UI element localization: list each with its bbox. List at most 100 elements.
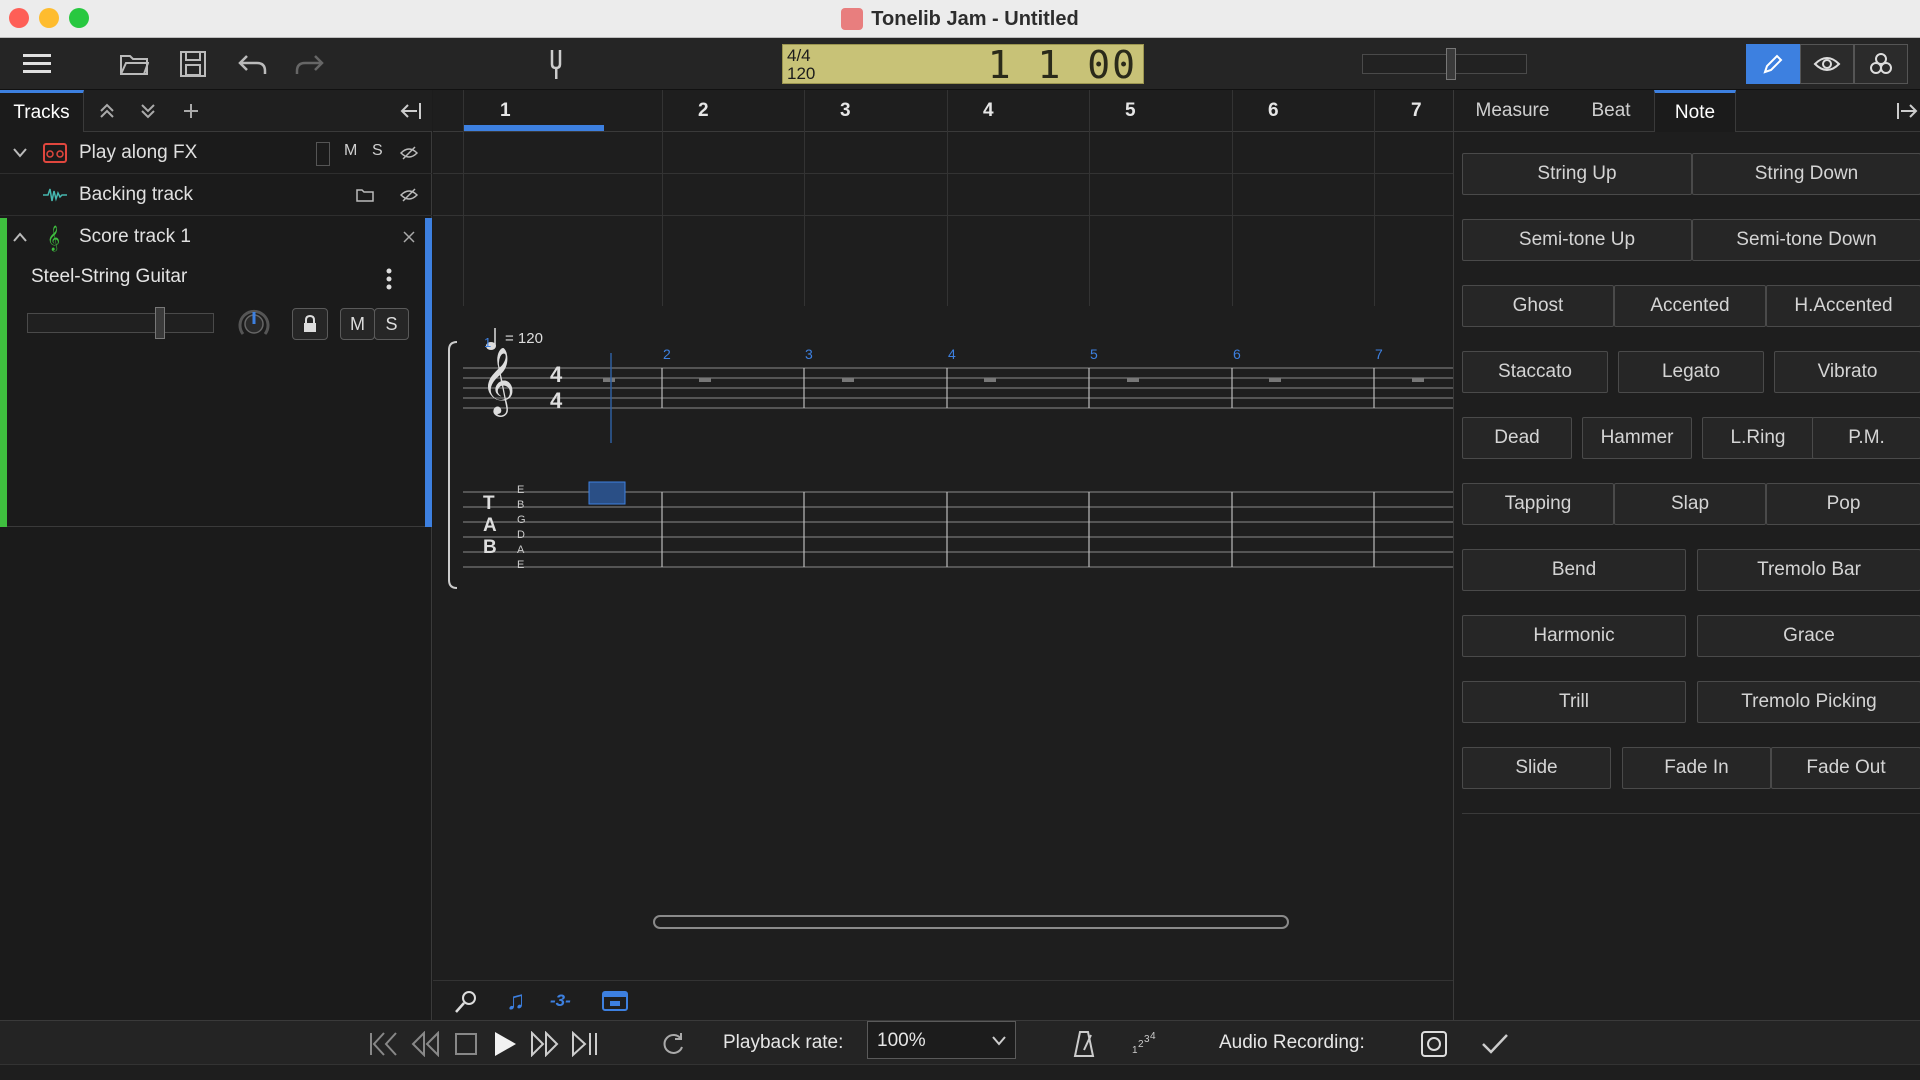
lcd-tempo: 120 xyxy=(787,64,816,83)
lcd-position: 1 1 00 xyxy=(987,43,1137,87)
tremolo-picking-button[interactable]: Tremolo Picking xyxy=(1697,681,1920,723)
semitone-down-button[interactable]: Semi-tone Down xyxy=(1692,219,1920,261)
open-button[interactable] xyxy=(114,44,154,84)
triplet-button[interactable]: -3- xyxy=(550,991,571,1011)
instrument-name[interactable]: Steel-String Guitar xyxy=(31,266,187,288)
rewind-button[interactable] xyxy=(408,1027,442,1061)
close-icon[interactable] xyxy=(402,230,416,244)
fast-forward-button[interactable] xyxy=(528,1027,562,1061)
save-button[interactable] xyxy=(173,44,213,84)
play-button[interactable] xyxy=(488,1027,522,1061)
add-track-button[interactable] xyxy=(178,98,204,124)
measure-ruler[interactable]: 1 2 3 4 5 6 7 xyxy=(433,90,1453,132)
collapse-right-icon[interactable] xyxy=(1896,102,1918,120)
backing-track-lane[interactable] xyxy=(433,174,1453,216)
keyboard-view-icon[interactable] xyxy=(602,990,628,1012)
bend-button[interactable]: Bend xyxy=(1462,549,1686,591)
slap-button[interactable]: Slap xyxy=(1614,483,1766,525)
time-signature-bottom[interactable]: 4 xyxy=(550,388,562,414)
track-solo-button[interactable]: S xyxy=(374,308,409,340)
time-signature-top[interactable]: 4 xyxy=(550,362,562,388)
master-volume-thumb[interactable] xyxy=(1446,48,1456,80)
collapse-panel-button[interactable] xyxy=(398,98,424,124)
dead-note-button[interactable]: Dead xyxy=(1462,417,1572,459)
harmonic-button[interactable]: Harmonic xyxy=(1462,615,1686,657)
let-ring-button[interactable]: L.Ring xyxy=(1702,417,1814,459)
ruler-measure-7[interactable]: 7 xyxy=(1411,100,1422,122)
horizontal-scrollbar[interactable] xyxy=(653,915,1289,929)
staccato-button[interactable]: Staccato xyxy=(1462,351,1608,393)
menu-button[interactable] xyxy=(17,44,57,84)
open-folder-icon xyxy=(120,55,149,75)
pop-button[interactable]: Pop xyxy=(1766,483,1920,525)
solo-button[interactable]: S xyxy=(372,142,383,160)
more-vertical-icon[interactable] xyxy=(385,268,393,290)
hide-eye-icon[interactable] xyxy=(400,188,418,202)
master-volume-slider[interactable] xyxy=(1362,54,1527,74)
edit-mode-button[interactable] xyxy=(1746,44,1800,84)
grace-button[interactable]: Grace xyxy=(1697,615,1920,657)
lock-button[interactable] xyxy=(292,308,328,340)
go-to-start-button[interactable] xyxy=(366,1027,400,1061)
app-icon xyxy=(841,8,864,30)
semitone-up-button[interactable]: Semi-tone Up xyxy=(1462,219,1692,261)
record-button[interactable] xyxy=(1417,1027,1451,1061)
fade-in-button[interactable]: Fade In xyxy=(1622,747,1771,789)
tab-measure[interactable]: Measure xyxy=(1454,90,1571,132)
tab-beat[interactable]: Beat xyxy=(1571,90,1651,132)
ruler-measure-5[interactable]: 5 xyxy=(1125,100,1136,122)
ruler-measure-6[interactable]: 6 xyxy=(1268,100,1279,122)
metronome-button[interactable] xyxy=(1067,1027,1101,1061)
tab-note[interactable]: Note xyxy=(1654,90,1736,132)
count-in-button[interactable]: 1234 xyxy=(1128,1027,1162,1061)
hide-eye-icon[interactable] xyxy=(400,146,418,160)
slide-button[interactable]: Slide xyxy=(1462,747,1611,789)
ruler-measure-4[interactable]: 4 xyxy=(983,100,994,122)
tapping-button[interactable]: Tapping xyxy=(1462,483,1614,525)
redo-button[interactable] xyxy=(290,44,330,84)
go-to-end-button[interactable] xyxy=(569,1027,603,1061)
folder-icon[interactable] xyxy=(356,187,374,202)
ghost-button[interactable]: Ghost xyxy=(1462,285,1614,327)
mute-button[interactable]: M xyxy=(344,142,357,160)
hammer-button[interactable]: Hammer xyxy=(1582,417,1692,459)
note-duration-icon[interactable]: ♫ xyxy=(506,985,526,1016)
loop-button[interactable] xyxy=(656,1027,690,1061)
h-accented-button[interactable]: H.Accented xyxy=(1766,285,1920,327)
chevron-down-icon[interactable] xyxy=(12,147,28,159)
move-track-up-button[interactable] xyxy=(94,98,120,124)
fade-out-button[interactable]: Fade Out xyxy=(1771,747,1920,789)
stop-button[interactable] xyxy=(449,1027,483,1061)
tab-tracks[interactable]: Tracks xyxy=(0,90,84,132)
string-down-button[interactable]: String Down xyxy=(1692,153,1920,195)
string-up-button[interactable]: String Up xyxy=(1462,153,1692,195)
ruler-measure-2[interactable]: 2 xyxy=(698,100,709,122)
view-mode-button[interactable] xyxy=(1800,44,1854,84)
score-area[interactable]: 1 2 3 4 5 6 7 = 120 1 2 3 4 5 6 7 𝄞 4 4 … xyxy=(433,90,1453,1020)
tremolo-bar-button[interactable]: Tremolo Bar xyxy=(1697,549,1920,591)
track-mute-button[interactable]: M xyxy=(340,308,375,340)
playback-rate-select[interactable]: 100% xyxy=(867,1021,1016,1059)
fx-lane[interactable] xyxy=(433,132,1453,174)
zoom-icon[interactable] xyxy=(453,989,479,1015)
move-track-down-button[interactable] xyxy=(135,98,161,124)
palm-mute-button[interactable]: P.M. xyxy=(1812,417,1920,459)
track-row-play-along-fx[interactable]: Play along FX M S xyxy=(0,132,432,174)
ruler-measure-3[interactable]: 3 xyxy=(840,100,851,122)
tuner-button[interactable] xyxy=(536,44,576,84)
score-track-panel[interactable]: 𝄞 Score track 1 Steel-String Guitar M S xyxy=(0,218,432,527)
track-volume-slider[interactable] xyxy=(27,313,214,333)
mixer-mode-button[interactable] xyxy=(1854,44,1908,84)
chevron-up-icon[interactable] xyxy=(12,231,28,243)
notation-canvas[interactable] xyxy=(433,218,1453,598)
accented-button[interactable]: Accented xyxy=(1614,285,1766,327)
track-row-backing-track[interactable]: Backing track xyxy=(0,174,432,216)
vibrato-button[interactable]: Vibrato xyxy=(1774,351,1920,393)
confirm-recording-button[interactable] xyxy=(1478,1027,1512,1061)
trill-button[interactable]: Trill xyxy=(1462,681,1686,723)
ruler-measure-1[interactable]: 1 xyxy=(500,100,511,122)
legato-button[interactable]: Legato xyxy=(1618,351,1764,393)
pan-knob-icon[interactable] xyxy=(236,306,272,342)
undo-button[interactable] xyxy=(232,44,272,84)
track-volume-thumb[interactable] xyxy=(155,307,165,339)
